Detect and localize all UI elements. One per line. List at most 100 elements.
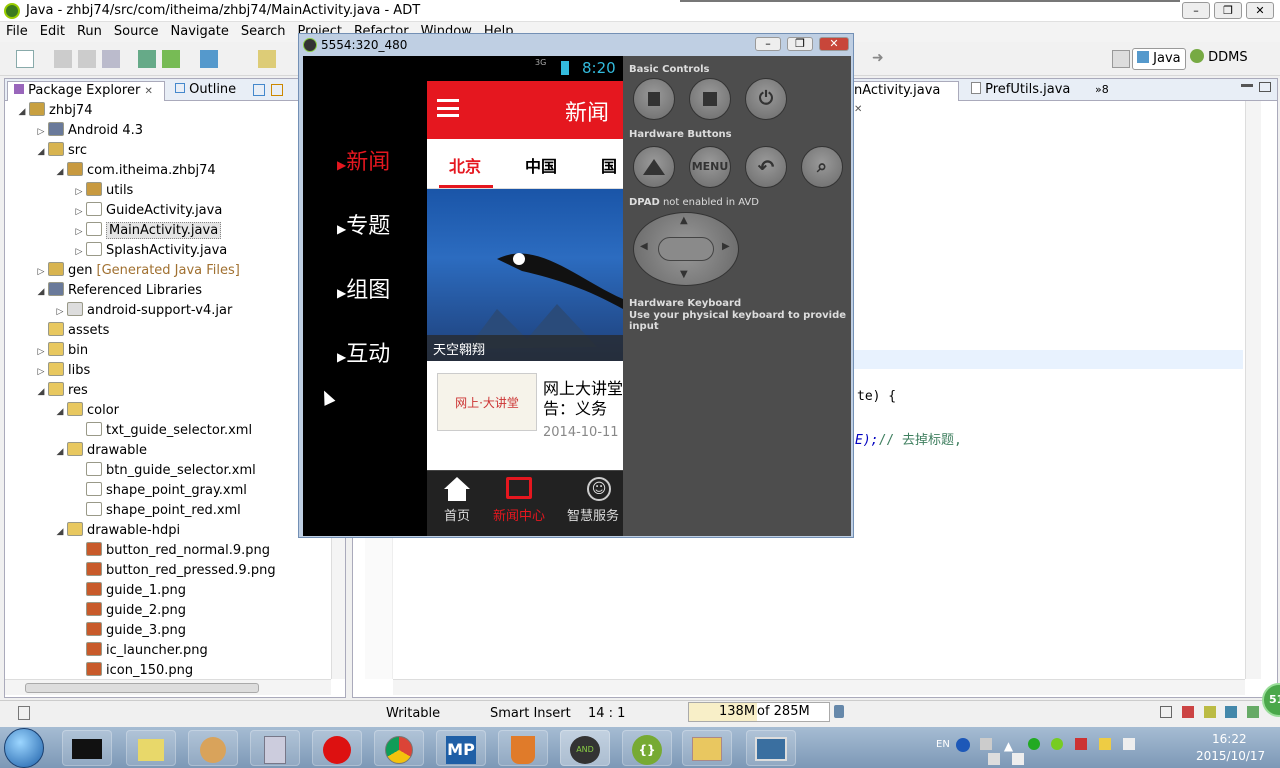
slide-menu-item-interact[interactable]: ▶互动: [337, 336, 390, 368]
editor-maximize-icon[interactable]: [1259, 82, 1271, 92]
dpad-down-icon[interactable]: ▼: [680, 269, 688, 280]
device-icon[interactable]: [1203, 706, 1216, 718]
tree-item[interactable]: button_red_normal.9.png: [72, 541, 270, 561]
bottom-tab-service[interactable]: ☺ 智慧服务: [567, 477, 623, 524]
scroll-thumb[interactable]: [25, 683, 259, 693]
hamburger-menu-icon[interactable]: [437, 99, 459, 117]
expanded-icon[interactable]: ◢: [53, 442, 67, 462]
menu-source[interactable]: Source: [108, 22, 165, 41]
tree-item[interactable]: button_red_pressed.9.png: [72, 561, 276, 581]
sdk-manager-icon[interactable]: [162, 50, 180, 68]
editor-minimize-icon[interactable]: [1241, 84, 1253, 87]
expanded-icon[interactable]: ◢: [15, 102, 29, 122]
tree-item[interactable]: ▷ android-support-v4.jar: [53, 301, 232, 321]
tray-volume-icon[interactable]: [1011, 753, 1024, 765]
collapsed-icon[interactable]: ▷: [34, 122, 48, 142]
java-perspective-button[interactable]: Java: [1132, 48, 1186, 70]
tree-item[interactable]: ▷ gen [Generated Java Files]: [34, 261, 240, 281]
tree-item[interactable]: ▷ bin: [34, 341, 88, 361]
collapsed-icon[interactable]: ▷: [34, 262, 48, 282]
tree-item[interactable]: ◢ Referenced Libraries: [34, 281, 202, 301]
emulator-maximize-button[interactable]: ❐: [787, 37, 813, 51]
tab-overflow[interactable]: »8: [1089, 81, 1113, 101]
tray-language[interactable]: EN: [936, 739, 950, 750]
taskbar-cmd[interactable]: [62, 730, 112, 766]
tree-item[interactable]: ◢ com.itheima.zhbj74: [53, 161, 216, 181]
tray-plus-icon[interactable]: [1051, 738, 1064, 750]
dpad-up-icon[interactable]: ▲: [680, 215, 688, 226]
tree-item[interactable]: ▷ Android 4.3: [34, 121, 143, 141]
tree-item[interactable]: shape_point_gray.xml: [72, 481, 247, 501]
volume-up-button[interactable]: [689, 78, 731, 120]
dpad[interactable]: ▲ ▼ ◀ ▶: [633, 212, 739, 286]
taskbar-mp[interactable]: MP: [436, 730, 486, 766]
forward-icon[interactable]: ➜: [872, 50, 890, 68]
tab-pref-utils[interactable]: PrefUtils.java: [965, 81, 1083, 101]
taskbar-recorder[interactable]: [312, 730, 362, 766]
taskbar-braces[interactable]: {}: [622, 730, 672, 766]
taskbar-android[interactable]: AND: [560, 730, 610, 766]
android-tool-icon[interactable]: [1181, 706, 1194, 718]
expanded-icon[interactable]: ◢: [53, 162, 67, 182]
menu-search[interactable]: Search: [235, 22, 292, 41]
close-tab-icon[interactable]: ✕: [854, 104, 862, 115]
tree-item[interactable]: ◢ res: [34, 381, 88, 401]
collapsed-icon[interactable]: ▷: [34, 342, 48, 362]
taskbar-explorer[interactable]: [682, 730, 732, 766]
ddms-perspective-button[interactable]: DDMS: [1190, 48, 1256, 70]
emulator-close-button[interactable]: ✕: [819, 37, 849, 51]
taskbar-notes[interactable]: [126, 730, 176, 766]
tray-date[interactable]: 2015/10/17: [1196, 749, 1265, 763]
home-button[interactable]: [633, 146, 675, 188]
expanded-icon[interactable]: ◢: [34, 382, 48, 402]
tray-icons[interactable]: ▲: [980, 738, 1150, 765]
tree-item[interactable]: guide_1.png: [72, 581, 186, 601]
tree-item[interactable]: assets: [34, 321, 109, 341]
close-button[interactable]: ✕: [1246, 2, 1274, 19]
menu-edit[interactable]: Edit: [34, 22, 71, 41]
fast-view-icon[interactable]: [18, 706, 30, 720]
minimize-button[interactable]: –: [1182, 2, 1210, 19]
power-button[interactable]: ⏻: [745, 78, 787, 120]
garbage-collect-icon[interactable]: [834, 705, 844, 718]
dpad-left-icon[interactable]: ◀: [640, 241, 648, 252]
tray-device-icon[interactable]: [1122, 738, 1135, 750]
heap-status[interactable]: 138M of 285M: [688, 702, 830, 722]
tree-item[interactable]: guide_2.png: [72, 601, 186, 621]
tree-item[interactable]: ▷ GuideActivity.java: [72, 201, 222, 221]
slide-menu-item-photos[interactable]: ▶组图: [337, 272, 390, 304]
tree-item[interactable]: ◢ drawable: [53, 441, 147, 461]
bottom-tab-news[interactable]: 新闻中心: [487, 477, 551, 524]
code-line[interactable]: te) {: [857, 389, 896, 404]
collapsed-icon[interactable]: ▷: [72, 222, 86, 242]
taskbar-calculator[interactable]: [250, 730, 300, 766]
collapse-all-icon[interactable]: [253, 84, 265, 96]
taskbar-java[interactable]: [498, 730, 548, 766]
taskbar-paint[interactable]: [188, 730, 238, 766]
expanded-icon[interactable]: ◢: [53, 402, 67, 422]
status-icons[interactable]: [1160, 706, 1260, 720]
maximize-button[interactable]: ❐: [1214, 2, 1242, 19]
tree-item[interactable]: ▷ MainActivity.java: [72, 221, 222, 242]
news-tab-international[interactable]: 国: [601, 153, 617, 177]
tray-help-icon[interactable]: [956, 738, 970, 752]
editor-vertical-scrollbar[interactable]: [1245, 101, 1261, 679]
link-editor-icon[interactable]: [271, 84, 283, 96]
news-list-item[interactable]: 网上·大讲堂 网上大讲堂 告：义务 2014-10-11: [427, 361, 623, 443]
tree-item[interactable]: icon_150.png: [72, 661, 193, 681]
editor-horizontal-scrollbar[interactable]: [393, 679, 1245, 695]
collapsed-icon[interactable]: ▷: [72, 242, 86, 262]
news-tab-china[interactable]: 中国: [525, 153, 557, 177]
back-button[interactable]: ↶: [745, 146, 787, 188]
dpad-right-icon[interactable]: ▶: [722, 241, 730, 252]
problems-icon[interactable]: [1247, 706, 1260, 718]
tree-item[interactable]: ◢ color: [53, 401, 119, 421]
news-tab-beijing[interactable]: 北京: [449, 153, 481, 177]
banner-image[interactable]: 天空翱翔: [427, 189, 623, 361]
new-icon[interactable]: [16, 50, 34, 68]
code-line[interactable]: E);// 去掉标题,: [855, 429, 962, 448]
tray-network-icon[interactable]: [980, 738, 992, 750]
collapsed-icon[interactable]: ▷: [72, 182, 86, 202]
tree-item[interactable]: ◢ src: [34, 141, 87, 161]
tree-item[interactable]: ◢ drawable-hdpi: [53, 521, 180, 541]
